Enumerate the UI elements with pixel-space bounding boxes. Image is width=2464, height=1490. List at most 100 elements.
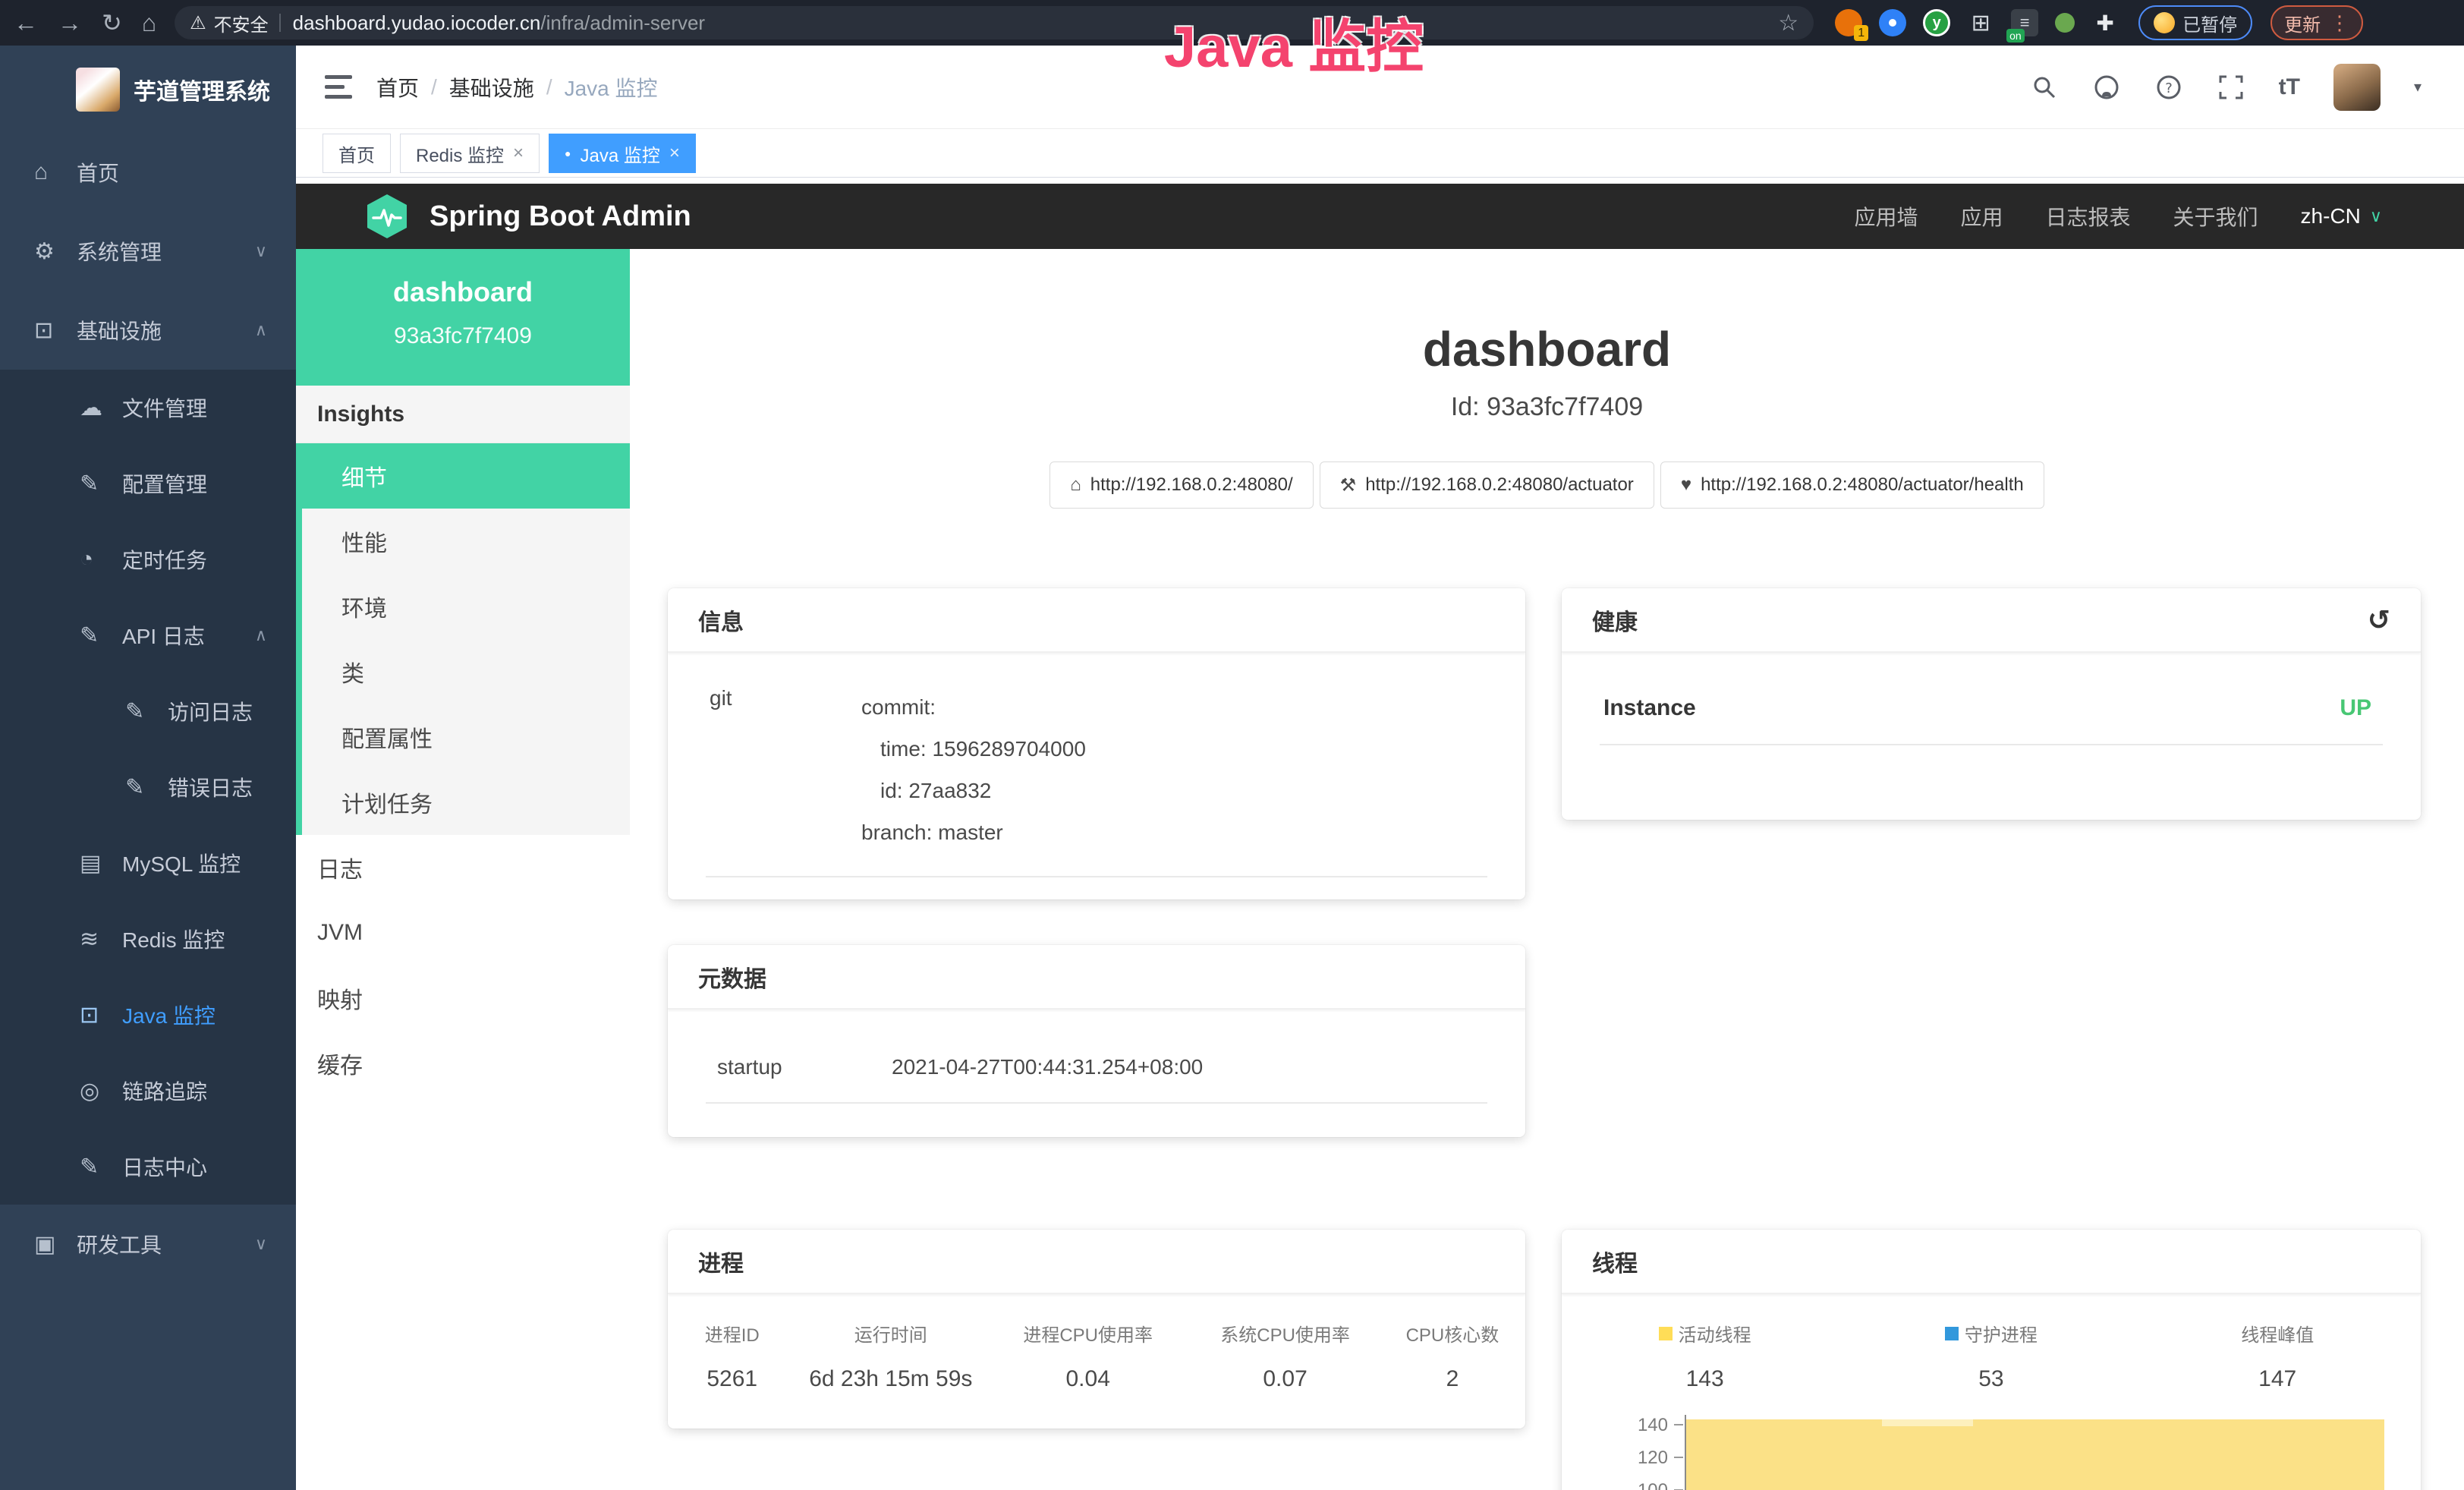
emoji-avatar-icon	[2154, 12, 2175, 33]
github-icon[interactable]	[2092, 73, 2121, 102]
card-threads-title: 线程	[1562, 1230, 2421, 1294]
sba-nav-applications[interactable]: 应用	[1961, 201, 2003, 232]
sba-item-scheduled-tasks[interactable]: 计划任务	[302, 770, 630, 835]
card-metadata-title: 元数据	[668, 945, 1525, 1010]
threads-legend: 活动线程 143 守护进程 53 线程峰值 147	[1562, 1294, 2421, 1392]
url-bar[interactable]: ⚠ 不安全 dashboard.yudao.iocoder.cn /infra/…	[175, 6, 1814, 39]
sidebar-item-label: Java 监控	[122, 1000, 216, 1030]
service-url-link[interactable]: ⌂ http://192.168.0.2:48080/	[1049, 461, 1313, 509]
breadcrumb-separator: /	[546, 75, 552, 99]
grid-extension-icon[interactable]: ⊞	[1967, 9, 1994, 36]
sidebar-item-access-logs[interactable]: ✎ 访问日志	[0, 673, 296, 749]
sba-instance-block[interactable]: dashboard 93a3fc7f7409	[296, 249, 630, 386]
legend-value: 147	[2135, 1366, 2421, 1392]
sidebar-item-label: API 日志	[122, 620, 205, 650]
stat-label: CPU核心数	[1380, 1320, 1525, 1347]
sidebar-item-label: 访问日志	[168, 696, 253, 726]
sidebar-item-label: 研发工具	[77, 1229, 162, 1259]
profile-paused-badge[interactable]: 已暂停	[2138, 5, 2252, 40]
back-icon[interactable]: ←	[14, 11, 38, 35]
health-instance-row[interactable]: Instance UP	[1562, 653, 2421, 721]
search-icon[interactable]	[2030, 73, 2059, 102]
close-icon[interactable]: ×	[669, 143, 680, 164]
browser-menu-icon[interactable]: ⋮	[2330, 11, 2349, 35]
sidebar-item-tracing[interactable]: ◎ 链路追踪	[0, 1053, 296, 1129]
health-url-link[interactable]: ♥ http://192.168.0.2:48080/actuator/heal…	[1660, 461, 2044, 509]
history-icon[interactable]: ↺	[2368, 604, 2390, 636]
sba-main: dashboard Id: 93a3fc7f7409 ⌂ http://192.…	[630, 249, 2464, 1490]
y-tick-120: 120	[1569, 1449, 1668, 1467]
sidebar-item-java-monitor[interactable]: ⊡ Java 监控	[0, 977, 296, 1053]
sidebar-item-infrastructure[interactable]: ⊡ 基础设施 ∧	[0, 291, 296, 370]
sidebar-item-mysql-monitor[interactable]: ▤ MySQL 监控	[0, 825, 296, 901]
app-title: 芋道管理系统	[134, 73, 270, 106]
stat-value: 2	[1380, 1366, 1525, 1392]
breadcrumb-infrastructure[interactable]: 基础设施	[449, 72, 534, 102]
sba-item-environment[interactable]: 环境	[302, 574, 630, 639]
user-avatar[interactable]	[2333, 64, 2381, 111]
help-icon[interactable]: ?	[2154, 73, 2183, 102]
fullscreen-icon[interactable]	[2217, 73, 2245, 102]
sidebar-item-system-mgmt[interactable]: ⚙ 系统管理 ∨	[0, 212, 296, 291]
card-info-title: 信息	[668, 588, 1525, 653]
sba-insights-items: 细节 性能 环境 类 配置属性 计划任务	[296, 443, 630, 835]
chrome-update-button[interactable]: 更新 ⋮	[2270, 5, 2363, 40]
leaf-extension-icon[interactable]	[2055, 13, 2075, 33]
extension-refresh-icon[interactable]: 1	[1835, 9, 1862, 36]
sba-item-logs[interactable]: 日志	[296, 835, 630, 900]
stat-label: 进程CPU使用率	[985, 1320, 1191, 1347]
hamburger-icon[interactable]	[325, 75, 352, 99]
info-value: commit: time: 1596289704000 id: 27aa832 …	[861, 686, 1086, 853]
sidebar-item-error-logs[interactable]: ✎ 错误日志	[0, 749, 296, 825]
avatar-caret-icon[interactable]: ▾	[2414, 77, 2422, 96]
y-extension-icon[interactable]: y	[1923, 9, 1950, 36]
sidebar-item-label: 基础设施	[77, 315, 162, 345]
sba-locale-select[interactable]: zh-CN ∨	[2301, 204, 2382, 228]
sba-item-jvm[interactable]: JVM	[296, 900, 630, 966]
actuator-url-link[interactable]: ⚒ http://192.168.0.2:48080/actuator	[1320, 461, 1654, 509]
process-stats: 进程ID 5261 运行时间 6d 23h 15m 59s 进程CPU使用率 0…	[668, 1294, 1525, 1392]
stat-value: 5261	[668, 1366, 797, 1392]
sba-item-mappings[interactable]: 映射	[296, 966, 630, 1031]
page-title: dashboard	[630, 321, 2464, 377]
log-icon: ✎	[125, 774, 168, 801]
breadcrumb-home[interactable]: 首页	[376, 72, 419, 102]
not-secure-warning-icon: ⚠	[190, 12, 206, 34]
sidebar-item-home[interactable]: ⌂ 首页	[0, 133, 296, 212]
cloud-upload-icon: ☁	[80, 395, 122, 421]
active-dot-icon: ●	[565, 147, 571, 159]
sidebar-item-config-mgmt[interactable]: ✎ 配置管理	[0, 446, 296, 521]
tab-home[interactable]: 首页	[323, 134, 391, 173]
pin-extension-icon[interactable]	[1879, 9, 1906, 36]
locale-label: zh-CN	[2301, 204, 2361, 228]
sba-nav-journal[interactable]: 日志报表	[2046, 201, 2131, 232]
sidebar-item-scheduled-jobs[interactable]: ◔ 定时任务	[0, 521, 296, 597]
sidebar-item-api-logs[interactable]: ✎ API 日志 ∧	[0, 597, 296, 673]
bookmark-star-icon[interactable]: ☆	[1778, 10, 1798, 36]
tampermonkey-extension-icon[interactable]: ≡on	[2011, 9, 2038, 36]
sba-topbar: Spring Boot Admin 应用墙 应用 日志报表 关于我们 zh-CN…	[296, 184, 2464, 249]
sidebar-item-dev-tools[interactable]: ▣ 研发工具 ∨	[0, 1205, 296, 1284]
stat-live-threads: 活动线程 143	[1562, 1320, 1848, 1392]
sba-item-details[interactable]: 细节	[296, 443, 630, 509]
sidebar-item-log-center[interactable]: ✎ 日志中心	[0, 1129, 296, 1205]
tab-redis-monitor[interactable]: Redis 监控 ×	[400, 134, 540, 173]
home-icon[interactable]: ⌂	[142, 11, 156, 35]
sidebar-item-redis-monitor[interactable]: ≋ Redis 监控	[0, 901, 296, 977]
sba-item-caches[interactable]: 缓存	[296, 1031, 630, 1096]
sba-item-classes[interactable]: 类	[302, 639, 630, 704]
sba-nav-wallboard[interactable]: 应用墙	[1854, 201, 1918, 232]
sba-brand[interactable]: Spring Boot Admin	[363, 192, 691, 241]
tab-java-monitor[interactable]: ● Java 监控 ×	[549, 134, 696, 173]
close-icon[interactable]: ×	[513, 143, 524, 164]
sba-item-config-props[interactable]: 配置属性	[302, 704, 630, 770]
forward-icon[interactable]: →	[58, 11, 82, 35]
sba-nav-about[interactable]: 关于我们	[2173, 201, 2258, 232]
chevron-down-icon: ∨	[255, 241, 267, 261]
reload-icon[interactable]: ↻	[102, 11, 122, 35]
sba-item-metrics[interactable]: 性能	[302, 509, 630, 574]
font-size-icon[interactable]: tT	[2279, 74, 2300, 100]
puzzle-extensions-icon[interactable]: ✚	[2091, 9, 2119, 36]
sidebar-item-file-mgmt[interactable]: ☁ 文件管理	[0, 370, 296, 446]
wrench-icon: ⚒	[1340, 474, 1357, 496]
